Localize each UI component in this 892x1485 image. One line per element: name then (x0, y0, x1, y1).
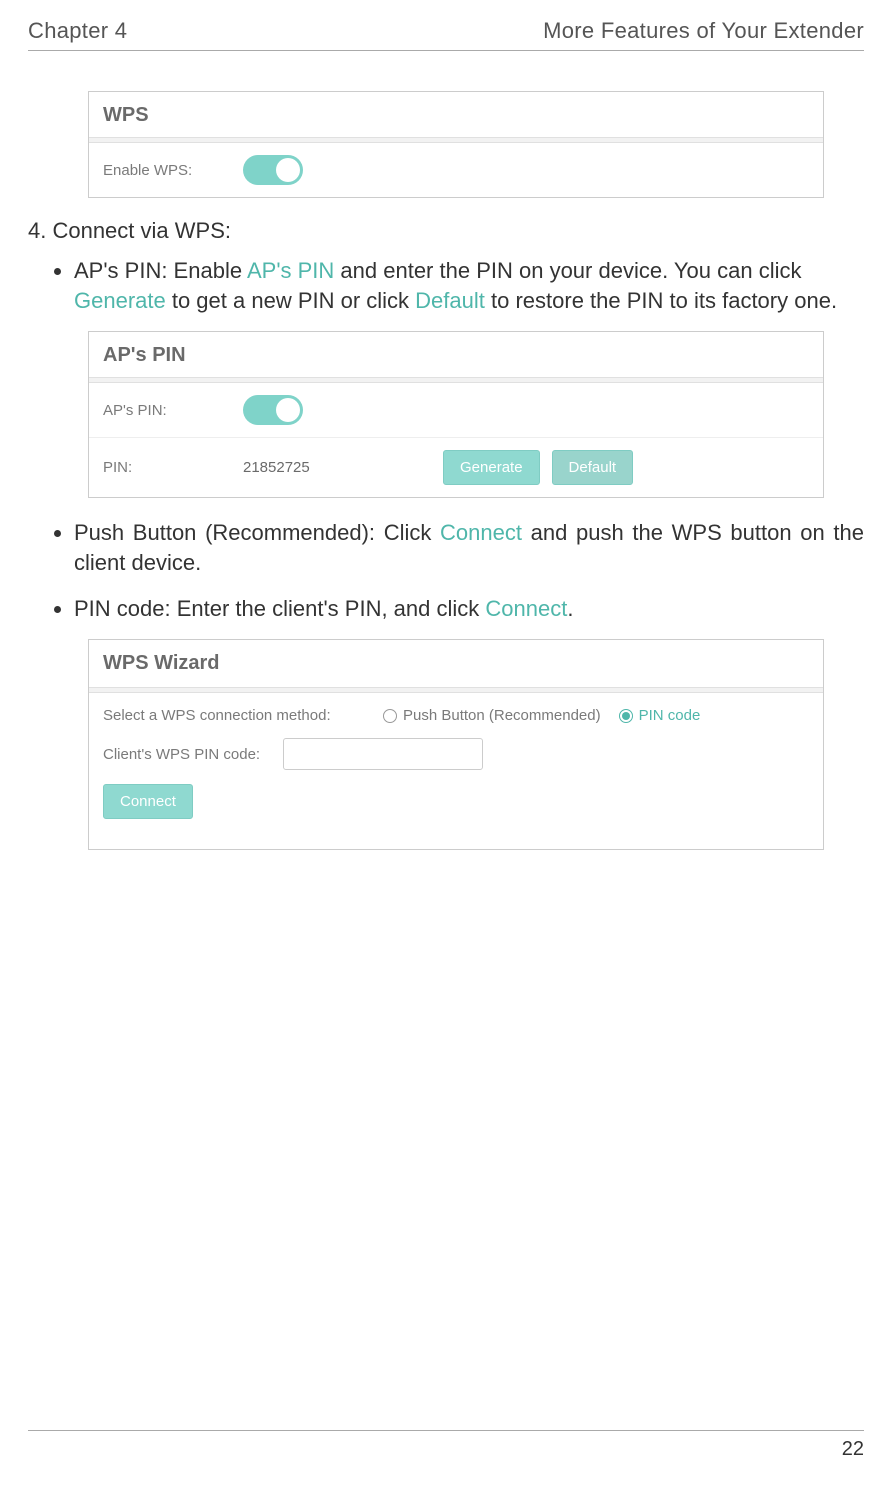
wps-panel-title: WPS (89, 92, 823, 137)
highlight-ap-pin: AP's PIN (247, 258, 334, 283)
connect-button[interactable]: Connect (103, 784, 193, 819)
radio-push-button[interactable]: Push Button (Recommended) (383, 707, 601, 724)
enable-wps-toggle[interactable] (243, 155, 303, 185)
header-chapter: Chapter 4 (28, 18, 127, 44)
toggle-knob (276, 158, 300, 182)
ap-pin-enable-label: AP's PIN: (103, 402, 243, 419)
bullet-push-button: Push Button (Recommended): Click Connect… (74, 518, 864, 577)
radio-pin-code[interactable]: PIN code (619, 707, 701, 724)
page-number: 22 (842, 1438, 864, 1461)
pin-label: PIN: (103, 459, 243, 476)
highlight-connect: Connect (440, 520, 522, 545)
text-frag: Push Button (Recommended): Click (74, 520, 440, 545)
radio-push-button-label: Push Button (Recommended) (403, 707, 601, 724)
footer-rule (28, 1430, 864, 1431)
client-pin-label: Client's WPS PIN code: (103, 746, 283, 763)
panel-divider (89, 687, 823, 693)
radio-circle-icon (383, 709, 397, 723)
highlight-generate: Generate (74, 288, 166, 313)
client-pin-input[interactable] (283, 738, 483, 770)
bullet-ap-pin: AP's PIN: Enable AP's PIN and enter the … (74, 256, 864, 315)
pin-value: 21852725 (243, 459, 383, 476)
wps-panel: WPS Enable WPS: (88, 91, 824, 198)
select-method-label: Select a WPS connection method: (103, 707, 383, 724)
text-frag: and enter the PIN on your device. You ca… (334, 258, 801, 283)
step-4-heading: 4. Connect via WPS: (28, 218, 864, 244)
default-button[interactable]: Default (552, 450, 634, 485)
text-frag: AP's PIN: Enable (74, 258, 247, 283)
ap-pin-panel: AP's PIN AP's PIN: PIN: 21852725 Generat… (88, 331, 824, 498)
highlight-connect: Connect (485, 596, 567, 621)
toggle-knob (276, 398, 300, 422)
ap-pin-toggle[interactable] (243, 395, 303, 425)
wps-wizard-title: WPS Wizard (89, 640, 823, 687)
text-frag: to restore the PIN to its factory one. (485, 288, 837, 313)
bullet-pin-code: PIN code: Enter the client's PIN, and cl… (74, 594, 864, 624)
text-frag: PIN code: Enter the client's PIN, and cl… (74, 596, 485, 621)
ap-pin-panel-title: AP's PIN (89, 332, 823, 377)
text-frag: . (567, 596, 573, 621)
wps-wizard-panel: WPS Wizard Select a WPS connection metho… (88, 639, 824, 850)
text-frag: to get a new PIN or click (166, 288, 415, 313)
header-section: More Features of Your Extender (543, 18, 864, 44)
radio-pin-code-label: PIN code (639, 707, 701, 724)
generate-button[interactable]: Generate (443, 450, 540, 485)
radio-circle-selected-icon (619, 709, 633, 723)
highlight-default: Default (415, 288, 485, 313)
enable-wps-label: Enable WPS: (103, 162, 243, 179)
